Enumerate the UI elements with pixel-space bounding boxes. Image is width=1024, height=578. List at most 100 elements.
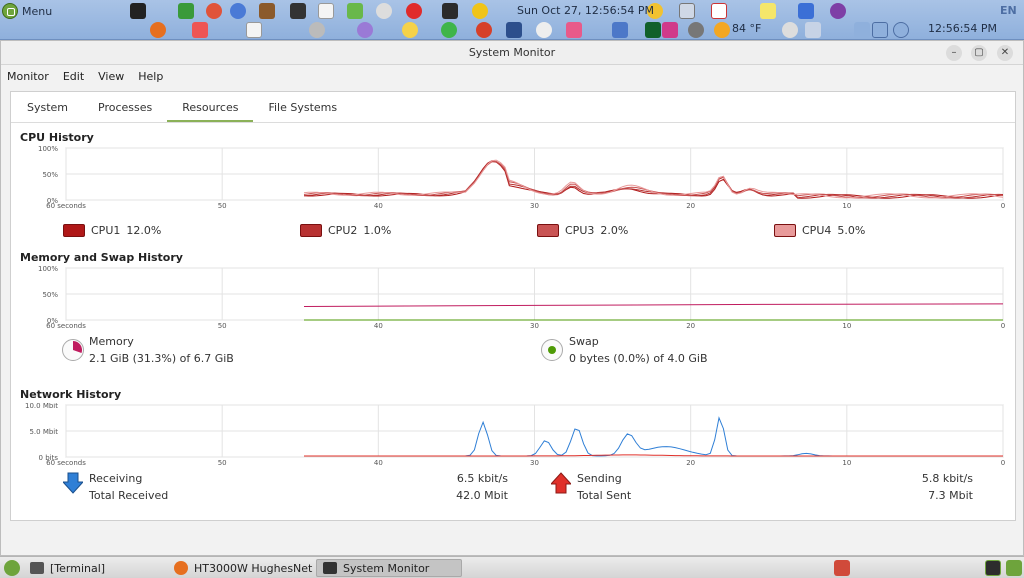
- tab-processes[interactable]: Processes: [83, 92, 167, 122]
- disk-utility-icon[interactable]: [309, 22, 325, 38]
- network-x-tick: 60 seconds: [46, 459, 86, 467]
- sticky-note-icon[interactable]: [760, 3, 776, 19]
- cpu4-color-swatch[interactable]: [774, 224, 796, 237]
- cpu2-color-swatch[interactable]: [300, 224, 322, 237]
- total-sent-value: 7.3 Mbit: [928, 489, 973, 502]
- cat-face-icon[interactable]: [688, 22, 704, 38]
- bluetooth-icon[interactable]: [854, 22, 870, 38]
- volume-icon[interactable]: [893, 22, 909, 38]
- tab-resources[interactable]: Resources: [167, 92, 254, 122]
- swap-pie-dot: [548, 346, 556, 354]
- cpu1-value: 12.0%: [126, 224, 162, 237]
- tab-system[interactable]: System: [12, 92, 83, 122]
- cpu4-legend[interactable]: CPU4 5.0%: [774, 224, 865, 237]
- close-icon[interactable]: ✕: [997, 45, 1013, 61]
- window-title: System Monitor: [468, 46, 556, 59]
- receiving-arrow-icon[interactable]: [63, 472, 83, 494]
- flag-icon[interactable]: [645, 22, 661, 38]
- menu-bar: Monitor Edit View Help: [1, 65, 1023, 87]
- keyboard-layout-indicator[interactable]: EN: [1000, 4, 1017, 17]
- menu-help[interactable]: Help: [138, 70, 163, 83]
- terminal-icon[interactable]: [290, 3, 306, 19]
- webcam-icon[interactable]: [376, 3, 392, 19]
- taskbar-item-firefox[interactable]: HT3000W HughesNet ...: [168, 559, 332, 577]
- heart-card-icon[interactable]: [711, 3, 727, 19]
- linux-mint-logo-icon: [2, 3, 18, 19]
- memory-history-graph: 100% 50% 0% 60 seconds 50 40 30 20 10 0: [11, 266, 1015, 338]
- network-y-tick: 10.0 Mbit: [25, 403, 58, 410]
- cpu1-legend[interactable]: CPU1 12.0%: [63, 224, 161, 237]
- archive-icon[interactable]: [259, 3, 275, 19]
- weather-temperature[interactable]: 84 °F: [732, 22, 761, 35]
- cpu4-value: 5.0%: [837, 224, 866, 237]
- mint-menu-icon[interactable]: [4, 560, 20, 576]
- cpu-x-tick: 10: [842, 202, 851, 210]
- person-icon[interactable]: [206, 3, 222, 19]
- exit-icon[interactable]: [178, 3, 194, 19]
- cpu2-legend[interactable]: CPU2 1.0%: [300, 224, 391, 237]
- swap-label: Swap: [569, 335, 599, 348]
- menu-edit[interactable]: Edit: [63, 70, 84, 83]
- firefox-task-icon: [174, 561, 188, 575]
- clock-date[interactable]: Sun Oct 27, 12:56:54 PM: [517, 4, 654, 17]
- cat-app-icon[interactable]: [402, 22, 418, 38]
- taskbar-item-system-monitor-label: System Monitor: [343, 561, 430, 575]
- text-editor-icon[interactable]: [318, 3, 334, 19]
- download-icon[interactable]: [347, 3, 363, 19]
- pen-icon[interactable]: [805, 22, 821, 38]
- system-monitor-icon[interactable]: [442, 3, 458, 19]
- title-bar[interactable]: System Monitor – ▢ ✕: [1, 41, 1023, 65]
- tor-icon[interactable]: [830, 3, 846, 19]
- menu-view[interactable]: View: [98, 70, 124, 83]
- camera-app-icon[interactable]: [192, 22, 208, 38]
- trash-icon[interactable]: [1006, 560, 1022, 576]
- memory-pie-icon[interactable]: [62, 339, 84, 361]
- cpu3-color-swatch[interactable]: [537, 224, 559, 237]
- taskbar-item-system-monitor[interactable]: System Monitor: [316, 559, 462, 577]
- cpu3-legend[interactable]: CPU3 2.0%: [537, 224, 628, 237]
- memory-x-tick: 10: [842, 322, 851, 330]
- firefox-icon[interactable]: [150, 22, 166, 38]
- system-monitor-task-icon: [323, 562, 337, 574]
- clock-time[interactable]: 12:56:54 PM: [928, 22, 997, 35]
- tab-file-systems[interactable]: File Systems: [253, 92, 352, 122]
- window-icon[interactable]: [612, 22, 628, 38]
- workspace-indicator-icon[interactable]: [985, 560, 1001, 576]
- screen-recorder-icon[interactable]: [357, 22, 373, 38]
- tips-icon[interactable]: [441, 22, 457, 38]
- cpu2-value: 1.0%: [363, 224, 392, 237]
- weather-sun-icon[interactable]: [714, 22, 730, 38]
- cpu-x-tick: 0: [1001, 202, 1005, 210]
- screenshot-icon[interactable]: [798, 3, 814, 19]
- cloud-icon[interactable]: [782, 22, 798, 38]
- cpu1-color-swatch[interactable]: [63, 224, 85, 237]
- memory-x-tick: 30: [530, 322, 539, 330]
- taskbar-item-terminal[interactable]: [Terminal]: [24, 559, 111, 577]
- book-icon[interactable]: [130, 3, 146, 19]
- flame-icon[interactable]: [476, 22, 492, 38]
- cpu-history-graph: 100% 50% 0% 60 seconds 50 40 30 20 10 0: [11, 146, 1015, 218]
- colorful-app-icon[interactable]: [662, 22, 678, 38]
- usb-stick-icon[interactable]: [834, 560, 850, 576]
- thermometer-icon[interactable]: [566, 22, 582, 38]
- menu-monitor[interactable]: Monitor: [7, 70, 49, 83]
- receiving-value: 6.5 kbit/s: [456, 472, 508, 485]
- menu-button[interactable]: Menu: [2, 3, 52, 19]
- network-icon[interactable]: [872, 22, 888, 38]
- network-x-tick: 40: [374, 459, 383, 467]
- minimize-icon[interactable]: –: [946, 45, 962, 61]
- document-icon[interactable]: [246, 22, 262, 38]
- syncing-icon[interactable]: [506, 22, 522, 38]
- sending-arrow-icon[interactable]: [551, 472, 571, 494]
- memory-y-tick: 50%: [42, 291, 58, 299]
- memory-pie-slice: [73, 341, 83, 353]
- maximize-icon[interactable]: ▢: [971, 45, 987, 61]
- browser-icon[interactable]: [230, 3, 246, 19]
- taskbar-item-firefox-label: HT3000W HughesNet ...: [194, 561, 327, 575]
- microphone-icon[interactable]: [536, 22, 552, 38]
- hard-hat-icon[interactable]: [472, 3, 488, 19]
- swap-pie-icon[interactable]: [541, 339, 563, 361]
- monitor-icon[interactable]: [679, 3, 695, 19]
- red-app-icon[interactable]: [406, 3, 422, 19]
- network-history-graph: 10.0 Mbit 5.0 Mbit 0 bits 60 seconds 50 40 30 2…: [11, 403, 1015, 475]
